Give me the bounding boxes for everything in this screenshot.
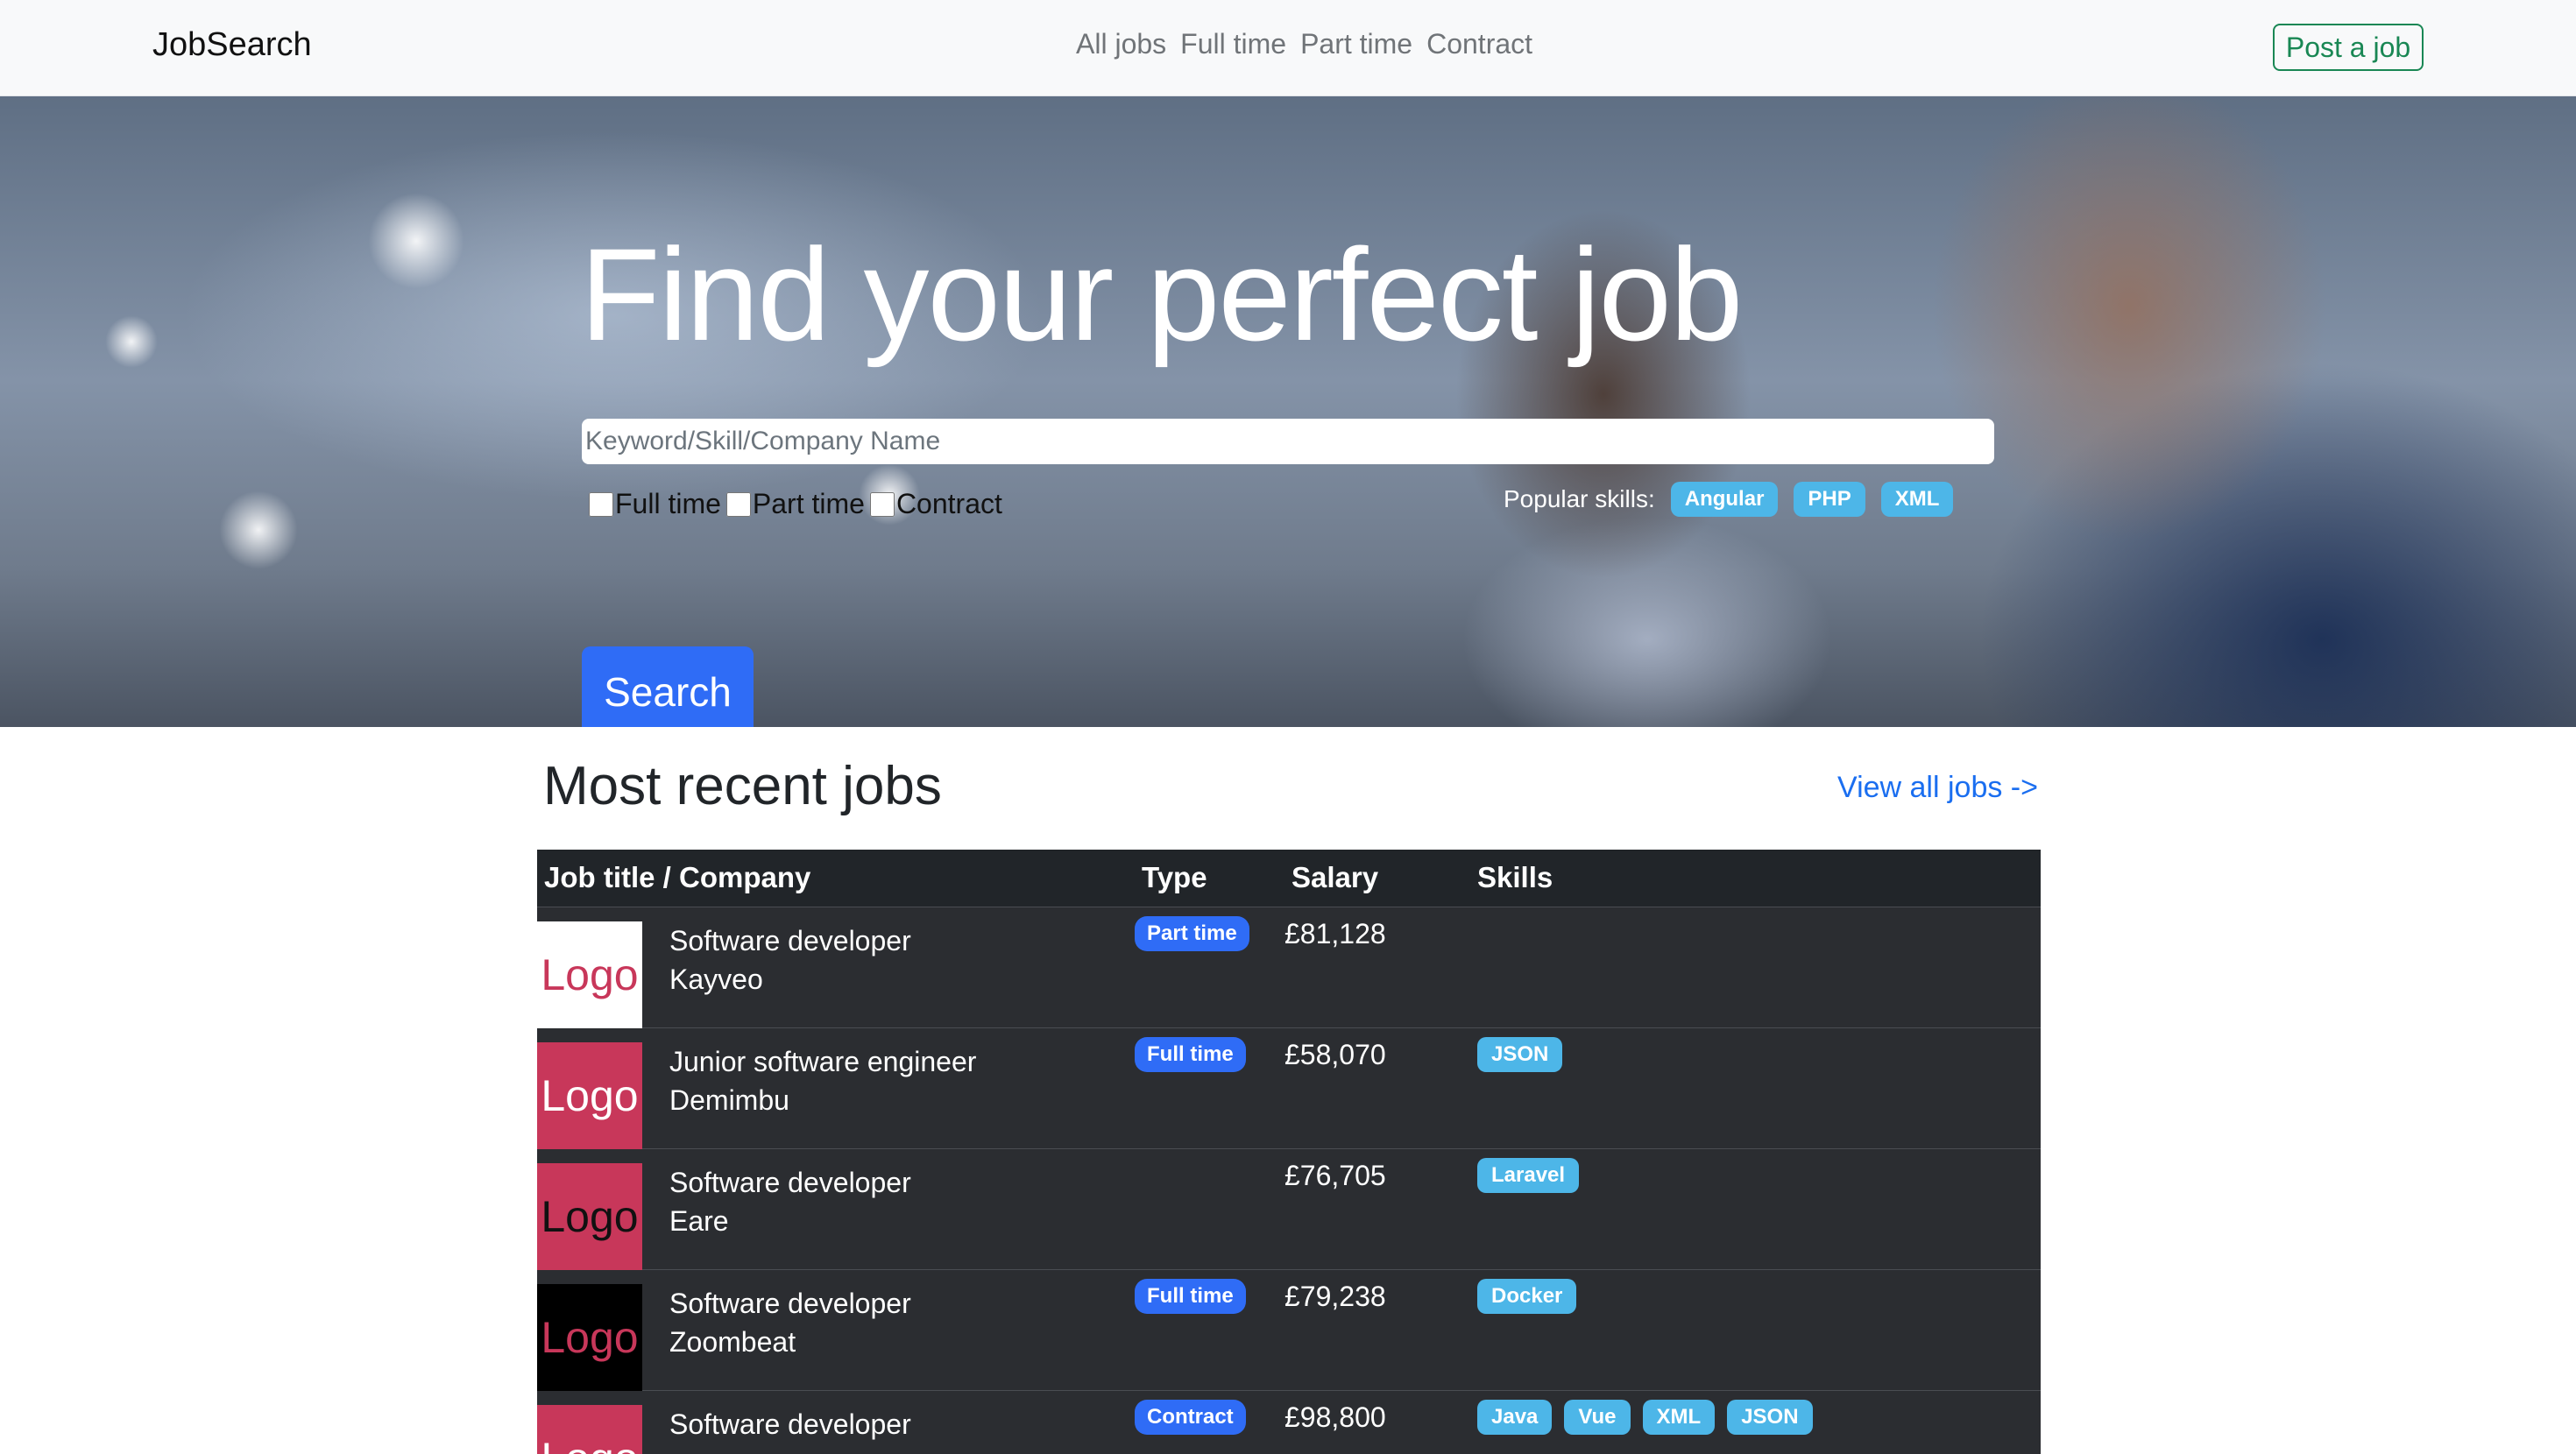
job-type-badge: Full time: [1135, 1279, 1246, 1314]
nav-links: All jobs Full time Part time Contract: [1076, 28, 1532, 60]
salary: £76,705: [1284, 1160, 1386, 1191]
filter-part-time[interactable]: Part time: [725, 488, 865, 520]
table-body: Logo Software developer Kayveo Part time £81…: [537, 907, 2041, 1454]
job-title[interactable]: Software developer: [669, 1167, 911, 1199]
job-title[interactable]: Software developer: [669, 925, 911, 957]
nav-full-time[interactable]: Full time: [1180, 28, 1286, 60]
company-logo: Logo: [537, 1284, 642, 1391]
skills-list: Laravel: [1477, 1158, 1580, 1193]
company-logo: Logo: [537, 1405, 642, 1454]
skill-badge[interactable]: Vue: [1564, 1400, 1631, 1435]
contract-label: Contract: [895, 488, 1002, 519]
skill-badge[interactable]: Laravel: [1477, 1158, 1580, 1193]
table-row[interactable]: Logo Software developer Zoombeat Full time £…: [537, 1270, 2041, 1391]
bokeh-light: [368, 193, 464, 289]
bokeh-light: [219, 491, 298, 569]
hero-banner: Find your perfect job Full time Part tim…: [0, 96, 2576, 727]
skill-badge[interactable]: Java: [1477, 1400, 1553, 1435]
header-salary: Salary: [1292, 861, 1379, 893]
hero-title: Find your perfect job: [580, 221, 1743, 368]
jobs-table: Job title / Company Type Salary Skills L…: [537, 850, 2041, 1454]
job-title[interactable]: Junior software engineer: [669, 1046, 976, 1078]
salary: £79,238: [1284, 1281, 1386, 1312]
popular-skill-badge[interactable]: PHP: [1794, 482, 1865, 517]
search-input[interactable]: [582, 419, 1994, 464]
popular-skill-badge[interactable]: Angular: [1670, 482, 1779, 517]
part-time-checkbox[interactable]: [725, 491, 751, 517]
job-title[interactable]: Software developer: [669, 1408, 911, 1441]
salary: £58,070: [1284, 1039, 1386, 1070]
job-type-badge: Part time: [1135, 916, 1249, 951]
popular-skills: Popular skills: Angular PHP XML: [1504, 482, 1954, 517]
table-row[interactable]: Logo Software developer Contract £98,800 Jav…: [537, 1391, 2041, 1454]
bokeh-light: [105, 315, 158, 368]
skills-list: JSON: [1477, 1037, 1563, 1072]
nav-all-jobs[interactable]: All jobs: [1076, 28, 1166, 60]
table-row[interactable]: Logo Software developer Kayveo Part time £81…: [537, 907, 2041, 1028]
nav-contract[interactable]: Contract: [1426, 28, 1532, 60]
skills-list: Java Vue XML JSON: [1477, 1400, 1813, 1435]
salary: £98,800: [1284, 1401, 1386, 1433]
popular-skill-badge[interactable]: XML: [1880, 482, 1954, 517]
job-type-badge: Full time: [1135, 1037, 1246, 1072]
part-time-label: Part time: [752, 488, 865, 519]
filter-contract[interactable]: Contract: [869, 488, 1002, 520]
brand-logo[interactable]: JobSearch: [152, 26, 312, 64]
view-all-jobs-link[interactable]: View all jobs ->: [1837, 771, 2038, 805]
skill-badge[interactable]: JSON: [1477, 1037, 1563, 1072]
table-header: Job title / Company Type Salary Skills: [537, 850, 2041, 907]
table-row[interactable]: Logo Junior software engineer Demimbu Full …: [537, 1028, 2041, 1149]
header-type: Type: [1142, 861, 1207, 893]
nav-part-time[interactable]: Part time: [1300, 28, 1412, 60]
full-time-checkbox[interactable]: [589, 491, 613, 517]
company-logo: Logo: [537, 1163, 642, 1270]
section-title: Most recent jobs: [543, 756, 942, 816]
skill-badge[interactable]: JSON: [1727, 1400, 1813, 1435]
company-name: Kayveo: [669, 963, 763, 995]
job-type-badge: Contract: [1135, 1400, 1246, 1435]
job-title[interactable]: Software developer: [669, 1288, 911, 1320]
company-name: Demimbu: [669, 1084, 789, 1116]
header-job-title: Job title / Company: [544, 861, 811, 893]
full-time-label: Full time: [615, 488, 721, 519]
company-name: Zoombeat: [669, 1326, 796, 1358]
search-button[interactable]: Search: [582, 646, 754, 727]
salary: £81,128: [1284, 918, 1386, 949]
skill-badge[interactable]: XML: [1642, 1400, 1716, 1435]
post-job-button[interactable]: Post a job: [2273, 24, 2424, 71]
header-skills: Skills: [1477, 861, 1553, 893]
table-row[interactable]: Logo Software developer Eare £76,705 Laravel: [537, 1149, 2041, 1270]
navbar: JobSearch All jobs Full time Part time C…: [0, 0, 2576, 96]
job-type-filters: Full time Part time Contract: [589, 488, 1008, 520]
filter-full-time[interactable]: Full time: [589, 488, 721, 520]
company-name: Eare: [669, 1205, 729, 1237]
company-logo: Logo: [537, 1042, 642, 1149]
skill-badge[interactable]: Docker: [1477, 1279, 1577, 1314]
popular-skills-label: Popular skills:: [1504, 485, 1655, 512]
company-logo: Logo: [537, 921, 642, 1028]
skills-list: Docker: [1477, 1279, 1577, 1314]
contract-checkbox[interactable]: [869, 491, 895, 517]
